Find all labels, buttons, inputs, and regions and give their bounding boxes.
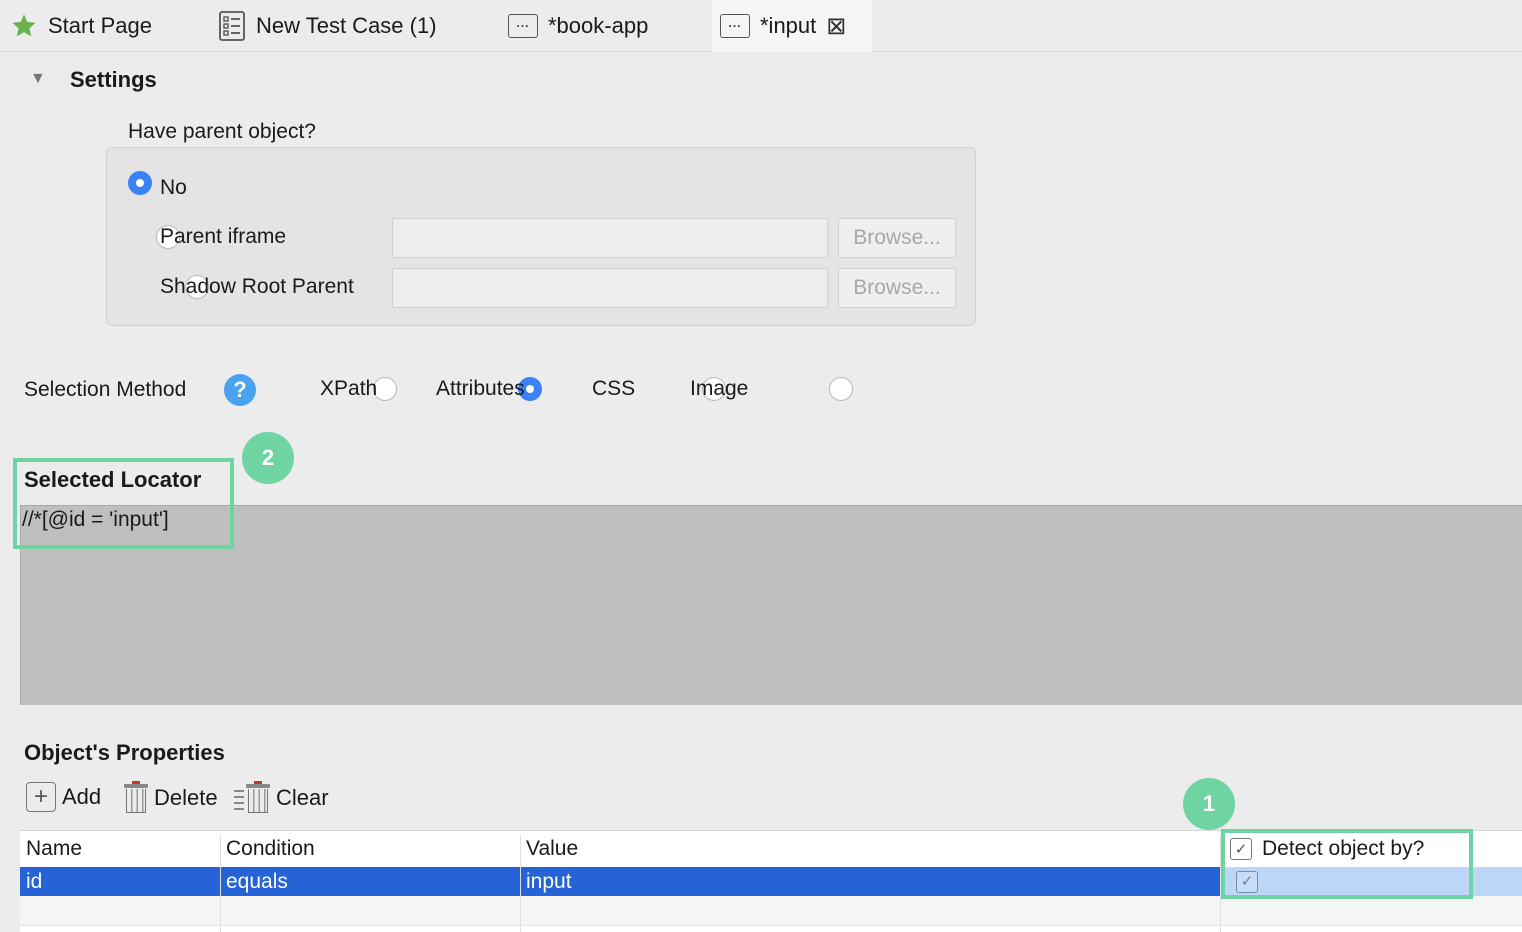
radio-css-label: CSS [592,377,636,400]
column-divider [520,835,521,932]
clear-icon [234,781,270,814]
radio-no-label: No [160,176,187,199]
tab-new-test-case[interactable]: New Test Case (1) [218,0,437,52]
add-icon: + [26,782,56,812]
cell-value[interactable]: input [520,867,1220,896]
close-icon[interactable]: ⊠ [826,12,846,41]
tab-label: Start Page [48,13,152,38]
selection-method-label: Selection Method [24,378,187,401]
add-button[interactable]: + Add [26,782,101,812]
radio-parent-iframe-label: Parent iframe [160,225,287,248]
parent-iframe-browse-button[interactable]: Browse... [838,218,956,258]
parent-iframe-input[interactable] [392,218,828,258]
table-row-empty [20,896,1522,926]
locator-highlight [13,458,234,549]
badge-2: 2 [242,432,294,484]
radio-xpath-label: XPath [320,377,378,400]
radio-image[interactable] [828,377,853,401]
collapse-toggle-icon[interactable]: ▼ [30,70,46,88]
parent-question-label: Have parent object? [128,120,316,143]
radio-no[interactable] [128,171,152,195]
delete-button[interactable]: Delete [124,781,218,814]
column-header-condition[interactable]: Condition [220,831,520,867]
tab-book-app[interactable]: ... *book-app [508,0,648,52]
test-case-icon [218,11,246,41]
settings-title: Settings [70,67,157,92]
delete-icon [124,781,148,814]
clear-button-label: Clear [276,785,329,810]
radio-shadow-root-label: Shadow Root Parent [160,275,354,298]
tab-start-page[interactable]: Start Page [10,0,152,52]
star-icon [10,12,38,40]
tab-label: *input [760,13,817,38]
help-icon[interactable]: ? [224,374,256,406]
delete-button-label: Delete [154,785,218,810]
column-header-name[interactable]: Name [20,831,220,867]
cell-name[interactable]: id [20,867,220,896]
column-divider [220,835,221,932]
column-header-value[interactable]: Value [520,831,1220,867]
shadow-root-browse-button[interactable]: Browse... [838,268,956,308]
shadow-root-input[interactable] [392,268,828,308]
add-button-label: Add [62,784,102,809]
object-icon: ... [720,14,750,38]
radio-attributes-label: Attributes [436,377,525,400]
tab-label: New Test Case (1) [256,13,437,38]
object-icon: ... [508,14,538,38]
clear-button[interactable]: Clear [234,781,329,814]
badge-1: 1 [1183,778,1235,830]
tab-input[interactable]: ... *input ⊠ [712,0,872,52]
radio-image-label: Image [690,377,749,400]
detect-column-highlight [1221,829,1473,899]
tab-label: *book-app [548,13,649,38]
locator-editor[interactable] [20,505,1522,705]
properties-title: Object's Properties [24,740,225,765]
cell-condition[interactable]: equals [220,867,520,896]
